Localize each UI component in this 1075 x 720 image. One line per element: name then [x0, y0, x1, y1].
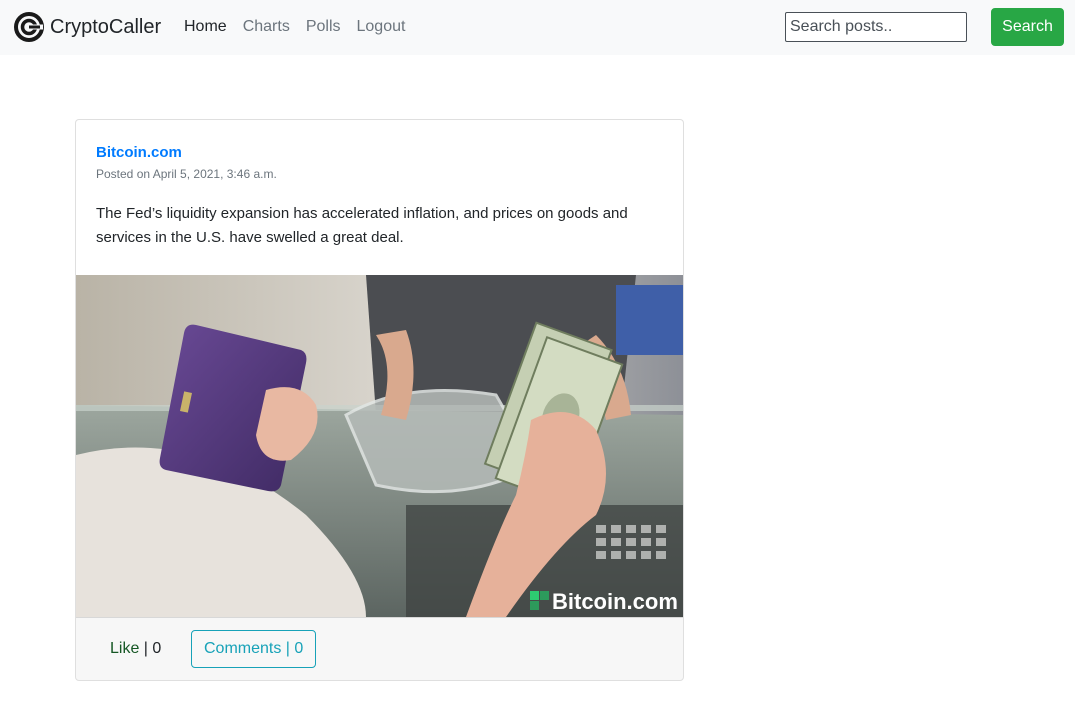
like-separator: |: [139, 640, 153, 657]
brand-name: CryptoCaller: [50, 15, 162, 38]
post-card: Bitcoin.com Posted on April 5, 2021, 3:4…: [75, 119, 684, 681]
post-source-link[interactable]: Bitcoin.com: [96, 144, 663, 162]
nav-polls[interactable]: Polls: [306, 17, 341, 37]
post-image: Bitcoin.com: [76, 275, 683, 617]
nav-logout[interactable]: Logout: [357, 17, 406, 37]
post-card-footer: Like | 0 Comments | 0: [76, 617, 683, 680]
image-watermark: Bitcoin.com: [552, 589, 678, 614]
search-button[interactable]: Search: [991, 8, 1064, 46]
cryptocaller-logo-icon: [14, 12, 44, 42]
post-card-body: Bitcoin.com Posted on April 5, 2021, 3:4…: [76, 120, 683, 250]
like-button[interactable]: Like | 0: [96, 630, 175, 668]
comments-button[interactable]: Comments | 0: [191, 630, 317, 668]
post-date: Posted on April 5, 2021, 3:46 a.m.: [96, 167, 277, 181]
like-count: 0: [152, 640, 162, 657]
top-navbar: CryptoCaller Home Charts Polls Logout Se…: [0, 0, 1075, 55]
nav-links: Home Charts Polls Logout: [184, 17, 421, 37]
like-label: Like: [110, 640, 140, 657]
nav-home[interactable]: Home: [184, 17, 227, 37]
nav-charts[interactable]: Charts: [243, 17, 290, 37]
search-input[interactable]: [785, 12, 967, 42]
post-text: The Fed’s liquidity expansion has accele…: [96, 205, 628, 246]
brand-link[interactable]: CryptoCaller: [14, 11, 161, 43]
